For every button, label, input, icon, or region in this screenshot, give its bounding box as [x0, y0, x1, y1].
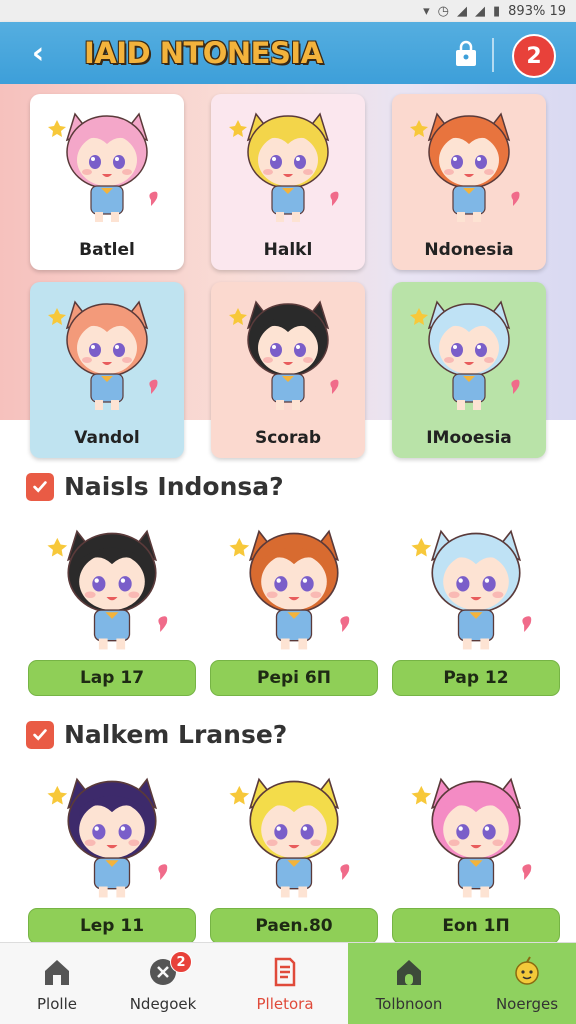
sticker-item[interactable]: Pepi 6П — [210, 516, 378, 706]
status-time: 893% 19 — [508, 3, 566, 19]
nav-label: Tolbnoon — [375, 995, 443, 1013]
header-divider — [492, 38, 494, 72]
nav-label: Plolle — [37, 995, 77, 1013]
featured-card[interactable]: Batlel — [30, 94, 184, 270]
price-button[interactable]: Pepi 6П — [210, 660, 378, 696]
featured-card[interactable]: Ndonesia — [392, 94, 546, 270]
character-icon — [515, 956, 539, 985]
page-title: IAID NTONESIA — [84, 36, 323, 70]
shopping-bag-icon — [456, 40, 476, 66]
home-icon — [397, 960, 421, 985]
card-label: Halkl — [263, 240, 313, 260]
featured-card[interactable]: Vandol — [30, 282, 184, 458]
sticker-item[interactable]: Lep 11 — [28, 764, 196, 954]
checkbox-icon[interactable] — [26, 472, 54, 501]
card-label: IMooesia — [426, 428, 512, 448]
back-button[interactable]: ‹ — [18, 33, 58, 73]
wifi-icon: ▾ — [423, 3, 430, 19]
card-label: Ndonesia — [424, 240, 514, 260]
price-button[interactable]: Paen.80 — [210, 908, 378, 944]
home-icon — [45, 960, 69, 985]
alarm-icon: ◷ — [437, 3, 449, 19]
featured-card[interactable]: IMooesia — [392, 282, 546, 458]
checkbox-icon[interactable] — [26, 720, 54, 749]
list-icon — [274, 957, 296, 987]
sticker-item[interactable]: Eon 1П — [392, 764, 560, 954]
bottom-navigation: Plolle 2 Ndegoek Plletora Tolbnoon Noerg… — [0, 942, 576, 1024]
signal-icon: ◢ — [457, 3, 467, 19]
featured-card[interactable]: Halkl — [211, 94, 365, 270]
sticker-item[interactable]: Paen.80 — [210, 764, 378, 954]
nav-badge: 2 — [170, 951, 192, 973]
nav-item-home-alt[interactable]: Tolbnoon — [352, 943, 466, 1024]
nav-item-search[interactable]: 2 Ndegoek — [106, 943, 220, 1024]
notification-button[interactable]: 2 — [512, 34, 556, 78]
nav-item-character[interactable]: Noerges — [470, 943, 576, 1024]
price-button[interactable]: Eon 1П — [392, 908, 560, 944]
sticker-item[interactable]: Lap 17 — [28, 516, 196, 706]
nav-label: Noerges — [495, 995, 559, 1013]
notification-count: 2 — [526, 43, 542, 69]
price-button[interactable]: Lep 11 — [28, 908, 196, 944]
chevron-left-icon: ‹ — [31, 35, 45, 71]
price-button[interactable]: Lap 17 — [28, 660, 196, 696]
card-label: Vandol — [74, 428, 140, 448]
signal-icon-2: ◢ — [475, 3, 485, 19]
card-label: Scorab — [254, 428, 322, 448]
section-header: Nalkem Lranse? — [26, 720, 287, 749]
section-title: Nalkem Lranse? — [64, 720, 288, 749]
nav-label: Plletora — [256, 995, 314, 1013]
section-title: Naisls Indonsa? — [64, 472, 284, 501]
battery-icon: ▮ — [493, 3, 501, 19]
nav-item-home[interactable]: Plolle — [0, 943, 114, 1024]
app-header: ‹ IAID NTONESIA 2 — [0, 22, 576, 84]
card-label: Batlel — [79, 240, 135, 260]
section-header: Naisls Indonsa? — [26, 472, 284, 501]
sticker-item[interactable]: Pap 12 — [392, 516, 560, 706]
nav-item-list[interactable]: Plletora — [228, 943, 342, 1024]
price-button[interactable]: Pap 12 — [392, 660, 560, 696]
shop-button[interactable] — [448, 36, 484, 72]
nav-label: Ndegoek — [129, 995, 197, 1013]
status-bar: ▾ ◷ ◢ ◢ ▮ 893% 19 — [0, 0, 576, 22]
featured-card[interactable]: Scorab — [211, 282, 365, 458]
